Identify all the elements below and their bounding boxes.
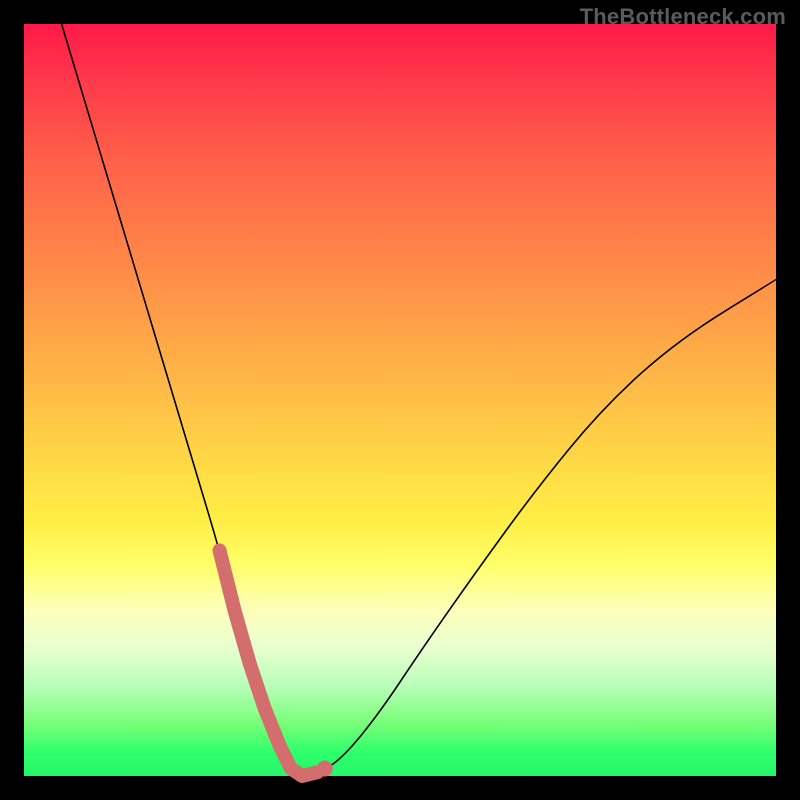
bottleneck-curve	[62, 24, 776, 775]
trough-end-dot	[317, 760, 333, 776]
trough-marker	[220, 550, 318, 776]
chart-svg	[24, 24, 776, 776]
plot-area	[24, 24, 776, 776]
watermark-text: TheBottleneck.com	[580, 4, 786, 30]
